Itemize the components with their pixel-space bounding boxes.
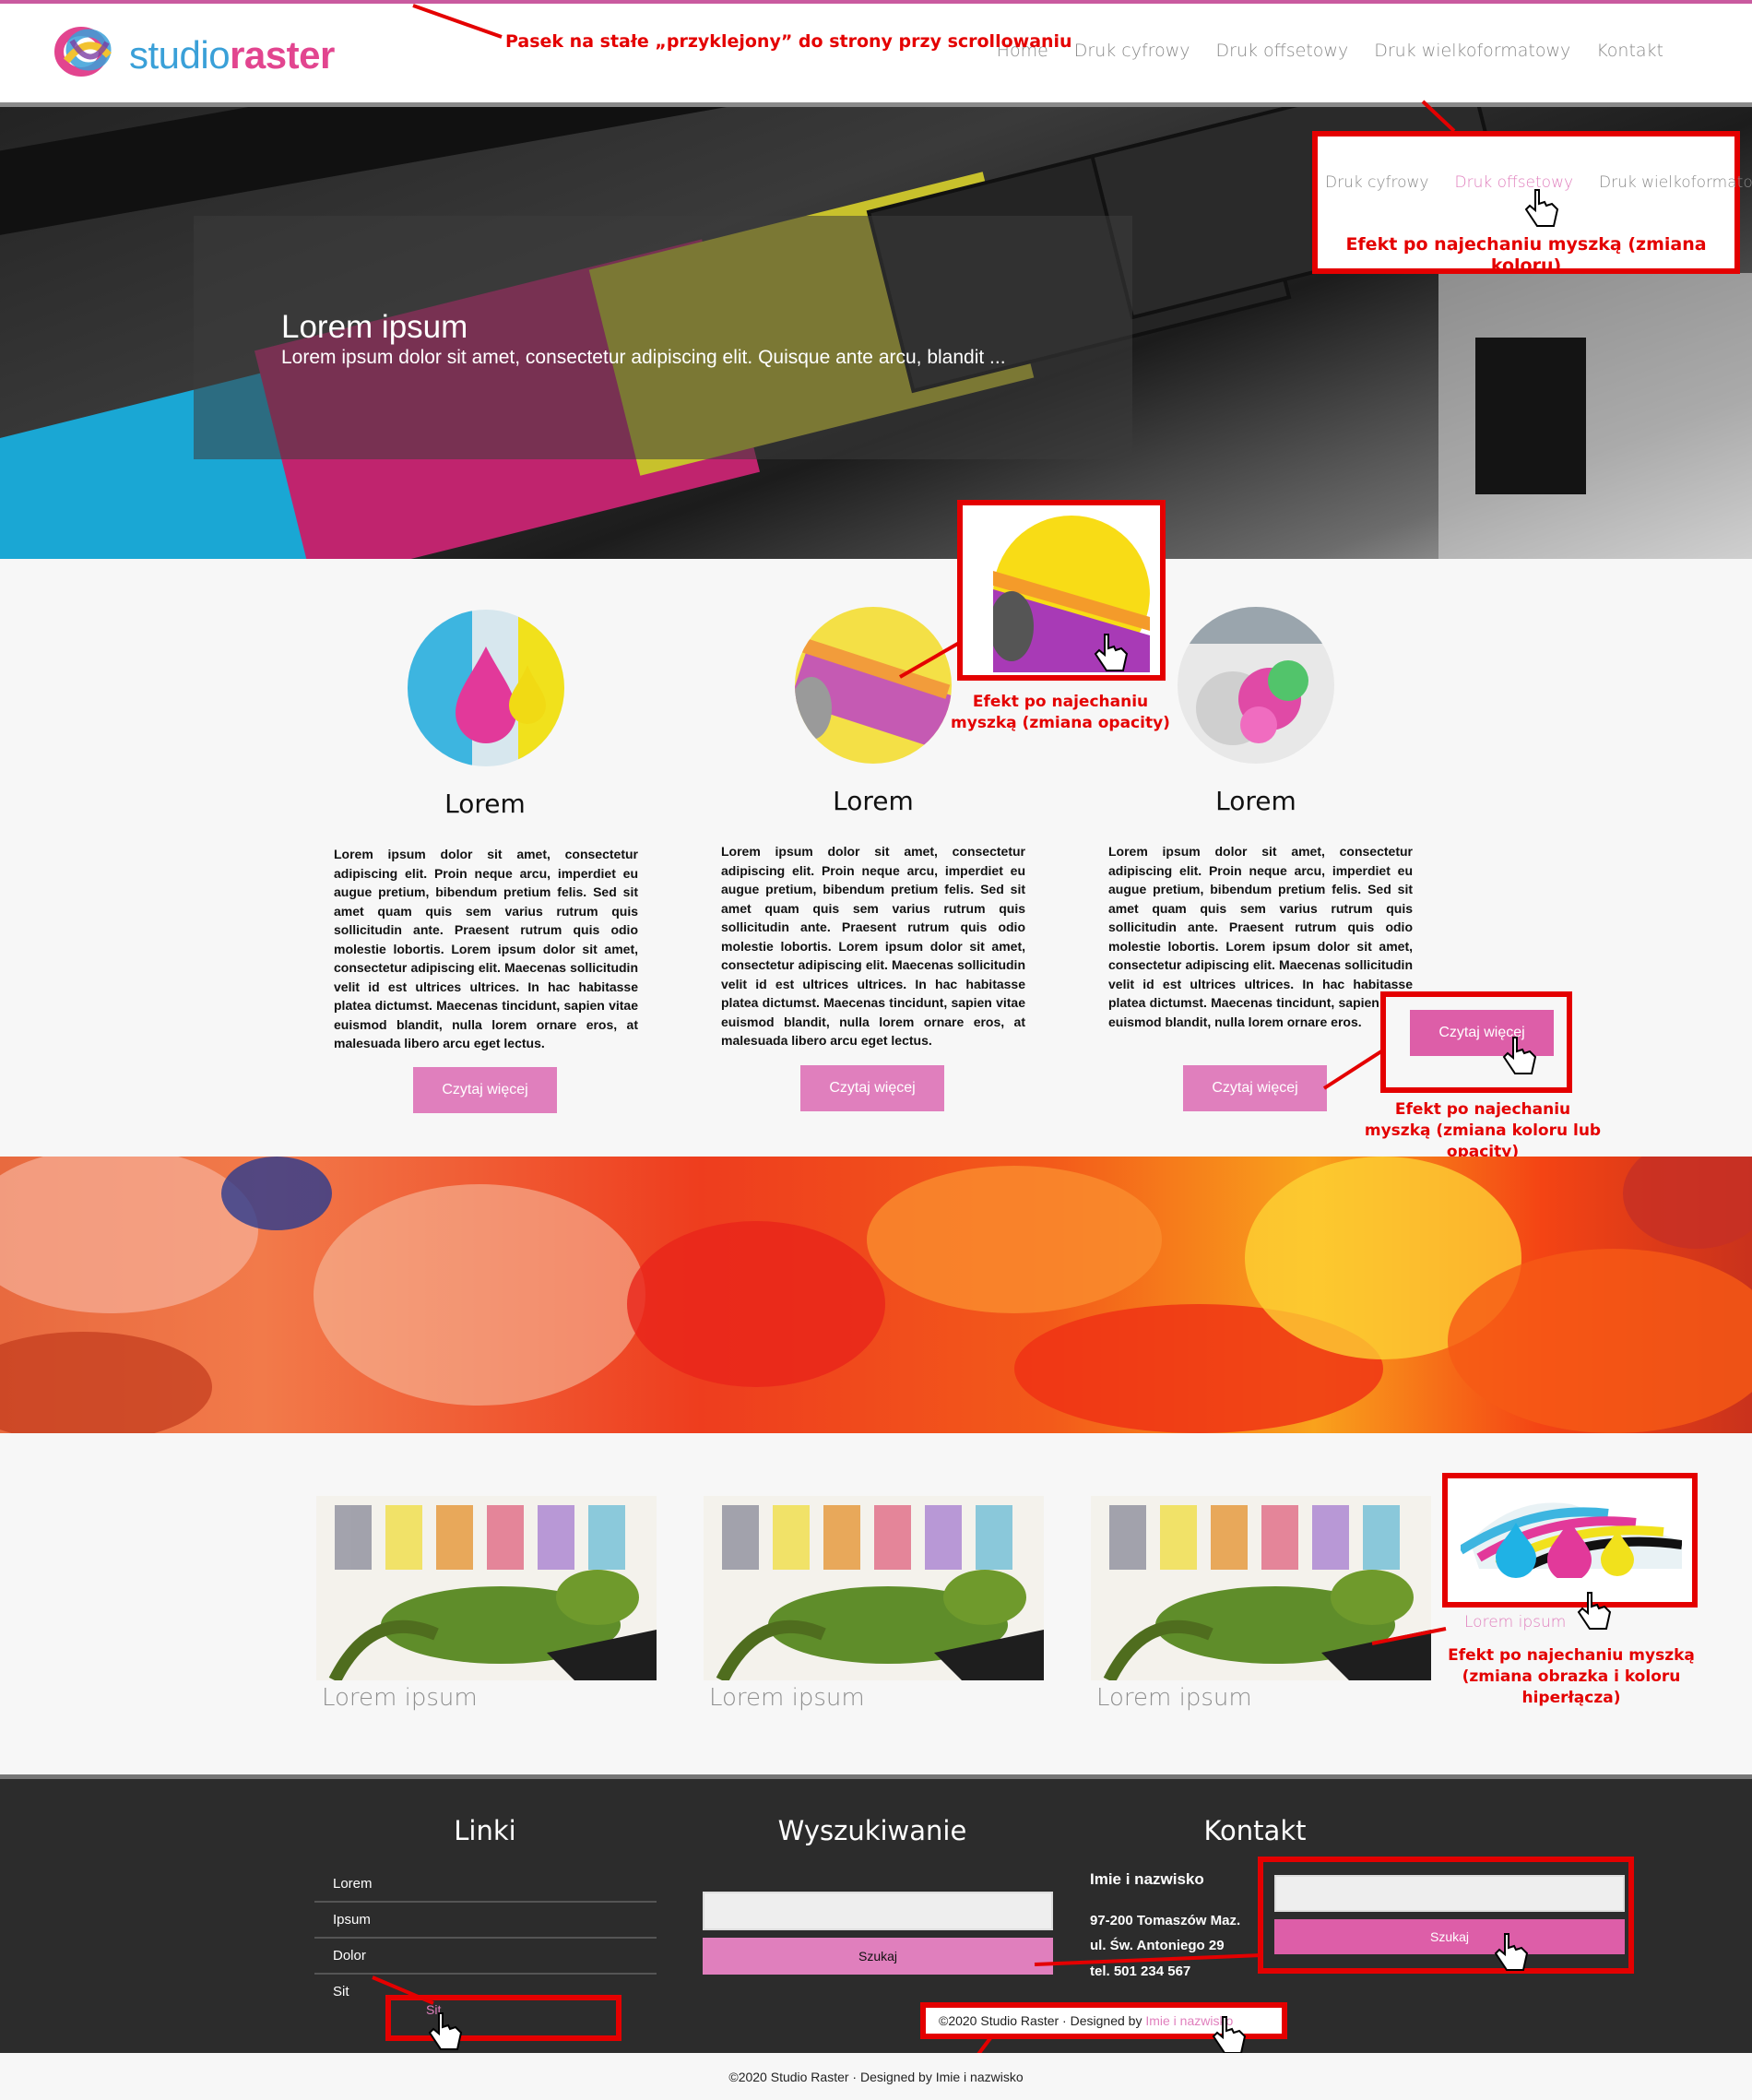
demo-nav-druk-wielkoformatowy[interactable]: Druk wielkoformatowy [1599,173,1752,192]
feature-body-3: Lorem ipsum dolor sit amet, consectetur … [1108,844,1413,1029]
nav-druk-offsetowy[interactable]: Druk offsetowy [1216,41,1349,61]
annotation-arrow [899,640,962,679]
hand-cursor-icon [428,2012,463,2050]
footer-link-lorem[interactable]: Lorem [314,1867,657,1903]
demo-nav-druk-cyfrowy[interactable]: Druk cyfrowy [1325,173,1428,192]
annotation-copyright-box: ©2020 Studio Raster · Designed by Imie i… [920,2002,1287,2054]
hand-cursor-icon [1212,2016,1247,2054]
hand-cursor-icon [1577,1592,1612,1630]
annotation-search-box: Szukaj [1258,1857,1634,1974]
annotation-arrow [412,4,503,39]
annotation-arrow [1322,1050,1383,1090]
sticky-header: studioraster Home Druk cyfrowy Druk offs… [0,4,1752,102]
chameleon-image [316,1496,657,1680]
main-nav: Home Druk cyfrowy Druk offsetowy Druk wi… [997,41,1663,61]
annotation-image-link: Efekt po najechaniu myszką (zmiana obraz… [1448,1646,1695,1707]
contact-address-1: 97-200 Tomaszów Maz. [1090,1913,1241,1928]
annotation-nav-hover-box: Druk cyfrowy Druk offsetowy Druk wielkof… [1312,131,1752,276]
logo-mark-icon [54,27,112,77]
annotation-sticky: Pasek na stałe „przyklejony” do strony p… [505,31,1072,52]
gallery-image-3[interactable] [1091,1496,1431,1680]
hand-cursor-icon [1524,189,1559,227]
hand-cursor-icon [1094,634,1129,671]
gallery-caption-1[interactable]: Lorem ipsum [322,1684,478,1712]
hero-subtitle: Lorem ipsum dolor sit amet, consectetur … [281,347,1006,368]
nav-druk-cyfrowy[interactable]: Druk cyfrowy [1074,41,1190,61]
gallery-image-1[interactable] [316,1496,657,1680]
footer-search-input[interactable] [703,1892,1053,1930]
footer-links-title: Linki [454,1815,516,1846]
footer-contact-title: Kontakt [1203,1815,1307,1846]
annotation-opacity-box [957,500,1166,681]
feature-body-2: Lorem ipsum dolor sit amet, consectetur … [721,844,1025,1048]
annotation-button-box: Czytaj więcej [1380,991,1572,1093]
annotation-nav-hover: Efekt po najechaniu myszką (zmiana kolor… [1345,234,1707,276]
annotation-image-link-box: Lorem ipsum [1442,1473,1698,1631]
nav-kontakt[interactable]: Kontakt [1596,41,1663,61]
logo-text: studioraster [129,33,335,77]
feature-title-3: Lorem [1215,786,1296,816]
feature-title-2: Lorem [833,786,914,816]
feature-image-3[interactable] [1178,607,1334,764]
flower-portrait-image [1178,607,1334,764]
copyright-demo-text: ©2020 Studio Raster · Designed by [939,2013,1142,2028]
image-link-hover-caption[interactable]: Lorem ipsum [1464,1613,1566,1631]
abstract-paint-banner [0,1157,1752,1433]
ink-drops-image [408,610,564,766]
abstract-paint-illustration [0,1157,1752,1433]
annotation-footer-link-box: Sit [385,1995,621,2050]
footer-search-button[interactable]: Szukaj [703,1938,1053,1975]
feature-title-1: Lorem [444,789,526,819]
search-input-demo[interactable] [1274,1875,1625,1912]
annotation-opacity: Efekt po najechaniu myszką (zmiana opaci… [951,693,1170,732]
footer-link-ipsum[interactable]: Ipsum [314,1903,657,1939]
hero-title: Lorem ipsum [281,309,468,345]
contact-name: Imie i nazwisko [1090,1870,1204,1888]
search-button-hover[interactable]: Szukaj [1274,1919,1625,1954]
read-more-button-2[interactable]: Czytaj więcej [800,1065,944,1111]
read-more-button-1[interactable]: Czytaj więcej [413,1067,557,1113]
footer-link-dolor[interactable]: Dolor [314,1939,657,1975]
chameleon-image [704,1496,1044,1680]
annotation-arrow [1371,1627,1447,1645]
logo[interactable]: studioraster [53,24,349,79]
feature-body-1: Lorem ipsum dolor sit amet, consectetur … [334,847,638,1050]
annotation-button: Efekt po najechaniu myszką (zmiana kolor… [1364,1100,1602,1161]
hand-cursor-icon [1502,1037,1537,1074]
copyright-text: ©2020 Studio Raster · Designed by Imie i… [728,2070,1024,2084]
gallery-caption-2[interactable]: Lorem ipsum [709,1684,865,1712]
gallery-image-2[interactable] [704,1496,1044,1680]
gallery-caption-3[interactable]: Lorem ipsum [1096,1684,1252,1712]
feature-image-1[interactable] [408,610,564,766]
ink-drops-banner-image [1461,1502,1682,1578]
read-more-button-3[interactable]: Czytaj więcej [1183,1065,1327,1111]
hand-cursor-icon [1494,1933,1529,1971]
chameleon-image [1091,1496,1431,1680]
footer-search-title: Wyszukiwanie [777,1815,967,1846]
annotation-arrow [1034,1953,1262,1966]
nav-druk-wielkoformatowy[interactable]: Druk wielkoformatowy [1374,41,1570,61]
